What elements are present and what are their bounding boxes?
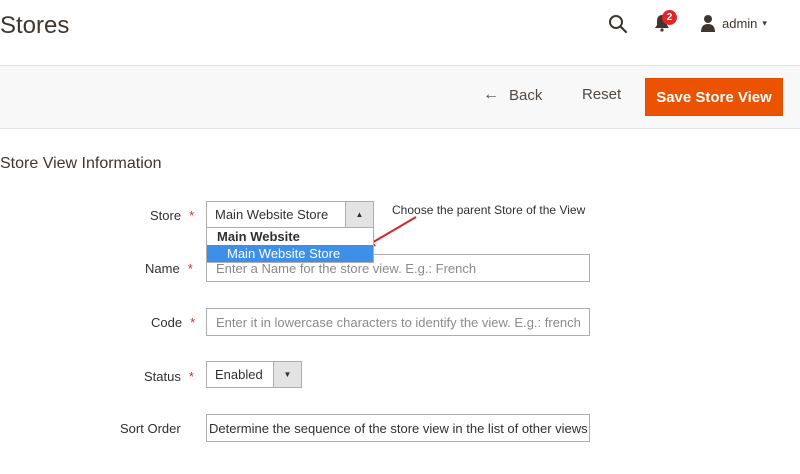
store-select-value: Main Website Store: [215, 207, 329, 222]
arrow-left-icon: ←: [483, 86, 499, 103]
required-marker: *: [190, 315, 196, 330]
back-button[interactable]: ← Back: [483, 86, 542, 104]
code-label-text: Code: [151, 315, 183, 330]
admin-username: admin: [722, 15, 758, 31]
name-label: Name *: [145, 261, 193, 276]
section-title: Store View Information: [0, 155, 162, 172]
required-marker: *: [187, 261, 193, 276]
search-button[interactable]: [608, 14, 628, 34]
sort-order-input[interactable]: Determine the sequence of the store view…: [206, 414, 590, 442]
dropdown-group-main-website: Main Website: [217, 229, 300, 244]
page-title: Stores: [0, 12, 70, 39]
save-store-view-button[interactable]: Save Store View: [645, 78, 783, 116]
notifications-badge: 2: [662, 10, 677, 25]
reset-button[interactable]: Reset: [582, 86, 621, 103]
admin-user-menu[interactable]: admin ▾: [700, 14, 784, 32]
dropdown-option-main-website-store[interactable]: Main Website Store: [207, 245, 373, 262]
store-label-text: Store: [150, 208, 182, 223]
status-select[interactable]: Enabled ▼: [206, 361, 302, 388]
status-select-value: Enabled: [215, 367, 263, 382]
chevron-down-icon: ▼: [273, 362, 301, 387]
chevron-down-icon: ▾: [762, 17, 767, 28]
user-icon: [701, 15, 715, 32]
search-icon: [609, 15, 628, 34]
store-annotation: Choose the parent Store of the View: [392, 203, 586, 217]
notifications-button[interactable]: 2: [654, 10, 677, 34]
required-marker: *: [188, 369, 194, 384]
store-select[interactable]: Main Website Store ▲: [206, 201, 374, 228]
back-button-label: Back: [509, 86, 543, 104]
sort-order-label: Sort Order: [120, 421, 181, 436]
code-input[interactable]: [206, 308, 590, 336]
store-dropdown-list: Main Website Main Website Store: [206, 227, 374, 263]
required-marker: *: [189, 208, 195, 223]
code-label: Code *: [151, 315, 195, 330]
page-actions-toolbar: ← Back Reset Save Store View: [0, 65, 800, 129]
name-label-text: Name: [145, 261, 180, 276]
status-label-text: Status: [144, 369, 181, 384]
status-label: Status *: [144, 369, 194, 384]
store-label: Store *: [150, 208, 194, 223]
